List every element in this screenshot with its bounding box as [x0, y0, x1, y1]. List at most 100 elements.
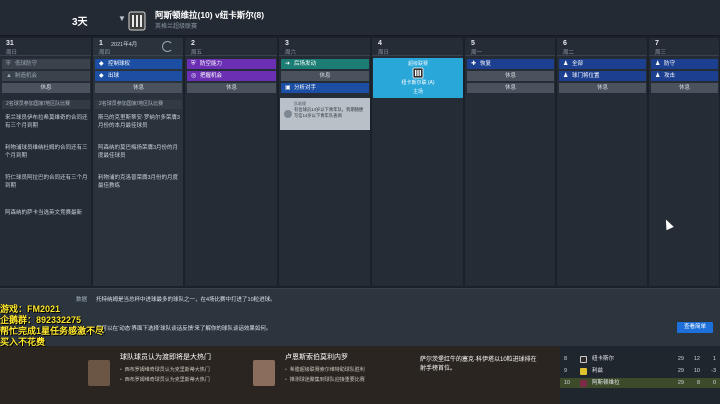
day-header: 6 周二 [557, 38, 647, 56]
news-block[interactable]: 卢恩斯索伯莫利内罗 希腊超级联赛索尔维特助球队胜利 推测球迷聚集到球队迎接重要比… [245, 346, 415, 404]
training-slot[interactable]: ♟ 防守 [651, 59, 718, 69]
note-item[interactable]: 利物浦的克洛普荣膺3月份的月度最佳教练 [98, 174, 180, 190]
day-weekday: 周四 [99, 50, 111, 56]
day-header: 4 周日 [372, 38, 463, 56]
newcastle-crest-icon [128, 11, 146, 31]
person-icon: ♟ [563, 61, 569, 67]
rest-slot[interactable]: 休息 [187, 83, 276, 93]
day-weekday: 周五 [191, 50, 203, 56]
note-item[interactable]: 利物浦球员维纳杜姆的合同还有三个月到期 [5, 144, 89, 160]
day-header: 1 2021年4月 周四 [93, 38, 183, 56]
shield-icon: ⛨ [6, 61, 11, 67]
note-item[interactable]: 阿森纳的莫巴梅扬荣膺3月份的月度最佳球员 [98, 144, 180, 160]
competition-name[interactable]: 英格兰超级联赛 [155, 21, 197, 30]
training-slot[interactable]: ♟ 攻击 [651, 71, 718, 81]
arrow-icon: ➜ [285, 61, 291, 67]
training-slot[interactable]: ♟ 全部 [559, 59, 646, 69]
rest-slot[interactable]: 休息 [467, 71, 554, 81]
note-item[interactable]: 来兰球员伊布拉希莫维奇的合同还有三个月到期 [5, 114, 89, 130]
note-item[interactable]: 符仁球员阿拉巴的合同还有三个月到期 [5, 174, 89, 190]
training-slot[interactable]: ◆ 出球 [95, 71, 182, 81]
overlay-task-line: 帮忙完成1星任务感激不尽 [0, 326, 105, 336]
day-number: 3 [285, 40, 289, 47]
day-number: 2 [191, 40, 195, 47]
training-slot[interactable]: ♟ 球门将位置 [559, 71, 646, 81]
rest-slot[interactable]: 休息 [651, 83, 718, 93]
news-title: 卢恩斯索伯莫利内罗 [285, 354, 348, 361]
training-slot[interactable]: ▲ 制造机会 [2, 71, 90, 81]
day-column: 31 周日 ⛨ 低球防守 ▲ 制造机会 休息 2名球员参加国家/地区队比赛 来兰球员… [0, 38, 92, 286]
target-icon: ◎ [191, 73, 197, 79]
inbox-message-card[interactable]: 队助理 有位球员14岁以下青年队，到期随便写信14岁以下青年队查阅 [280, 98, 370, 130]
defense-icon: ⛨ [191, 61, 196, 67]
news-item: 推测球迷聚集到球队迎接重要比赛 [285, 376, 365, 383]
rest-slot[interactable]: 休息 [2, 83, 90, 93]
opponent-name: 纽卡斯尔联 (A) [401, 80, 435, 86]
training-slot[interactable]: ▣ 分析对手 [281, 83, 369, 93]
match-header: 3天 ▼ 阿斯顿维拉(10) v纽卡斯尔(8) 英格兰超级联赛 [0, 0, 720, 36]
training-slot[interactable]: ➜ 后场发动 [281, 59, 369, 69]
club-crest-icon [580, 368, 587, 375]
note-item[interactable]: 阿森纳的萨卡当选英文竞赛最新 [5, 209, 89, 217]
table-row-highlighted[interactable]: 10 阿斯顿维拉 29 8 0 [560, 378, 720, 388]
day-number: 31 [6, 40, 14, 47]
news-item: 西布罗姆维奇球员认为克里斯蒂大热门 [120, 376, 210, 383]
table-row[interactable]: 8 纽卡斯尔 29 12 1 [560, 354, 720, 364]
info-fact: 托特纳姆是当总杯中进球最多的球队之一，在4场比赛中打进了10粒进球。 [96, 297, 276, 303]
rest-slot[interactable]: 休息 [559, 83, 646, 93]
day-column-today: 1 2021年4月 周四 ◆ 控制球权 ◆ 出球 休息 2名球员参加国家/地区队比赛… [93, 38, 184, 286]
news-item: 西布罗姆维奇球员认为克里斯蒂大热门 [120, 366, 210, 373]
chevron-down-icon[interactable]: ▼ [118, 14, 126, 23]
day-column: 2 周五 ⛨ 防空能力 ◎ 把握机会 休息 [185, 38, 278, 286]
match-card[interactable]: 超级联赛 纽卡斯尔联 (A) 主场 [373, 58, 463, 98]
day-column: 3 周六 ➜ 后场发动 休息 ▣ 分析对手 [279, 38, 371, 286]
attack-icon: ▲ [6, 73, 12, 79]
message-text: 有位球员14岁以下青年队，到期随便写信14岁以下青年队查阅 [294, 107, 364, 118]
person-icon: ♟ [655, 61, 661, 67]
news-block[interactable]: 球队球员认为渡即将是大热门 西布罗姆维奇球员认为克里斯蒂大热门 西布罗姆维奇球员… [80, 346, 250, 404]
rest-slot[interactable]: 休息 [95, 83, 182, 93]
match-venue: 主场 [412, 89, 423, 95]
match-title[interactable]: 阿斯顿维拉(10) v纽卡斯尔(8) [155, 9, 264, 21]
table-row[interactable]: 9 利兹 29 10 -3 [560, 366, 720, 376]
avatar [284, 110, 292, 118]
ball-icon: ◆ [99, 61, 104, 67]
league-table: 8 纽卡斯尔 29 12 1 9 利兹 29 10 -3 10 阿斯顿维拉 29… [560, 346, 720, 404]
recovery-icon: ✚ [471, 61, 477, 67]
day-number: 7 [655, 40, 659, 47]
training-slot[interactable]: ⛨ 低球防守 [2, 59, 90, 69]
stream-overlay: 游戏：FM2021 企鹅群：892332275 帮忙完成1星任务感激不尽 买入不… [0, 304, 240, 348]
note-item[interactable]: 斯马的克里斯蒂安·罗纳尔多荣膺3月份的本月最佳球员 [98, 114, 180, 130]
training-slot[interactable]: ◎ 把握机会 [187, 71, 276, 81]
overlay-game-line: 游戏：FM2021 [0, 304, 61, 314]
day-weekday: 周三 [655, 50, 667, 56]
day-number: 6 [563, 40, 567, 47]
training-calendar: 31 周日 ⛨ 低球防守 ▲ 制造机会 休息 2名球员参加国家/地区队比赛 来兰球员… [0, 38, 720, 286]
refresh-icon[interactable] [162, 41, 173, 52]
training-slot[interactable]: ✚ 恢复 [467, 59, 554, 69]
analysis-icon: ▣ [285, 85, 291, 91]
news-thumbnail [88, 360, 110, 386]
club-crest-icon [580, 380, 587, 387]
view-summary-button[interactable]: 查看简单 [677, 322, 713, 333]
info-label: 数据 [76, 297, 88, 303]
day-header: 31 周日 [0, 38, 91, 56]
day-weekday: 周二 [563, 50, 575, 56]
rest-slot[interactable]: 休息 [467, 83, 554, 93]
day-weekday: 周一 [471, 50, 483, 56]
note-header: 2名球员参加国家/地区队比赛 [95, 100, 182, 109]
training-slot[interactable]: ◆ 控制球权 [95, 59, 182, 69]
day-header: 7 周三 [649, 38, 719, 56]
day-column: 7 周三 ♟ 防守 ♟ 攻击 休息 [649, 38, 720, 286]
day-weekday: 周六 [285, 50, 297, 56]
club-crest-icon [580, 356, 587, 363]
news-headline[interactable]: 萨尔茨堡红牛的塞克·科伊塔以10粒进球排在射手榜首位。 [420, 356, 540, 374]
ball-icon: ◆ [99, 73, 104, 79]
rest-slot[interactable]: 休息 [281, 71, 369, 81]
training-slot[interactable]: ⛨ 防空能力 [187, 59, 276, 69]
person-icon: ♟ [563, 73, 569, 79]
overlay-group-line: 企鹅群：892332275 [0, 315, 82, 325]
day-number: 1 [99, 40, 103, 47]
news-item: 希腊超级联赛索尔维特助球队胜利 [285, 366, 365, 373]
screen: 3天 ▼ 阿斯顿维拉(10) v纽卡斯尔(8) 英格兰超级联赛 31 周日 ⛨ 低… [0, 0, 720, 404]
